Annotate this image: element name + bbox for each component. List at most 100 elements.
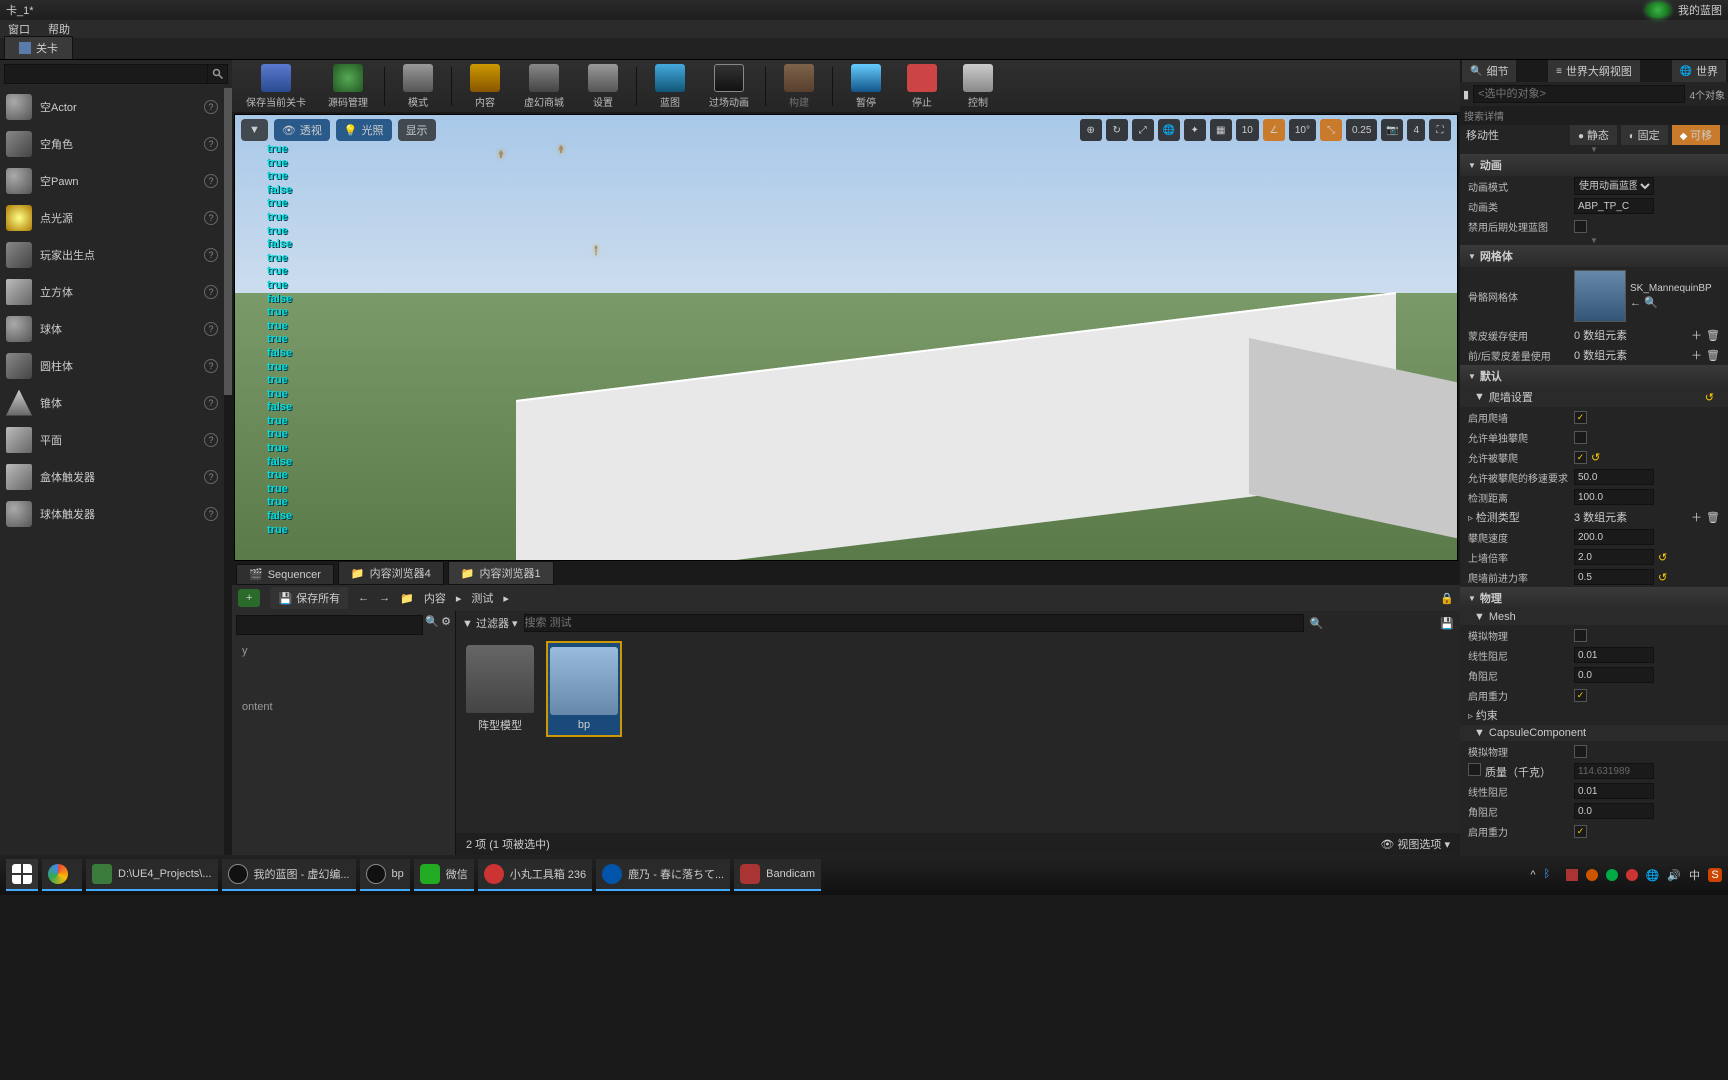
- place-item-empty-pawn[interactable]: 空Pawn?: [0, 162, 224, 199]
- blueprint-button[interactable]: 蓝图: [643, 61, 697, 112]
- wall-rate-input[interactable]: [1574, 549, 1654, 565]
- search-icon[interactable]: 🔍: [1310, 617, 1324, 630]
- place-item-plane[interactable]: 平面?: [0, 421, 224, 458]
- add-element-icon[interactable]: ＋: [1691, 509, 1702, 525]
- taskbar-chrome[interactable]: [42, 859, 82, 891]
- build-button[interactable]: 构建: [772, 61, 826, 112]
- subcategory-capsule[interactable]: ▼CapsuleComponent: [1460, 725, 1728, 741]
- asset-search-input[interactable]: [524, 614, 1304, 632]
- breadcrumb-segment[interactable]: 测试: [471, 590, 493, 606]
- coord-space-icon[interactable]: 🌐: [1158, 119, 1180, 141]
- clear-icon[interactable]: 🗑: [1706, 511, 1720, 524]
- nav-forward-icon[interactable]: →: [379, 592, 390, 604]
- search-details-input[interactable]: 搜索详情: [1460, 106, 1728, 125]
- reset-icon[interactable]: ↺: [1705, 391, 1714, 404]
- disable-pp-checkbox[interactable]: [1574, 220, 1587, 233]
- reset-icon[interactable]: ↺: [1658, 551, 1667, 564]
- add-new-button[interactable]: +: [238, 589, 260, 607]
- transform-rotate-icon[interactable]: ↻: [1106, 119, 1128, 141]
- tray-icon[interactable]: [1626, 869, 1638, 881]
- menu-window[interactable]: 窗口: [8, 21, 30, 37]
- stop-button[interactable]: 停止: [895, 61, 949, 112]
- camera-speed-value[interactable]: 4: [1407, 119, 1425, 141]
- place-item-cylinder[interactable]: 圆柱体?: [0, 347, 224, 384]
- anim-mode-select[interactable]: 使用动画蓝图: [1574, 177, 1654, 195]
- ime-icon[interactable]: 中: [1689, 867, 1700, 883]
- help-icon[interactable]: ?: [204, 507, 218, 521]
- mode-button[interactable]: 模式: [391, 61, 445, 112]
- place-item-sphere[interactable]: 球体?: [0, 310, 224, 347]
- help-icon[interactable]: ?: [204, 174, 218, 188]
- help-icon[interactable]: ?: [204, 211, 218, 225]
- tab-details[interactable]: 🔍 细节: [1462, 60, 1516, 82]
- search-icon[interactable]: [208, 64, 228, 84]
- forward-rate-input[interactable]: [1574, 569, 1654, 585]
- help-icon[interactable]: ?: [204, 248, 218, 262]
- nav-back-icon[interactable]: ←: [358, 592, 369, 604]
- help-icon[interactable]: ?: [204, 470, 218, 484]
- asset-folder[interactable]: 阵型模型: [462, 641, 538, 737]
- place-item-point-light[interactable]: 点光源?: [0, 199, 224, 236]
- save-all-button[interactable]: 💾 保存所有: [270, 587, 348, 609]
- volume-icon[interactable]: 🔊: [1667, 869, 1681, 882]
- save-button[interactable]: 保存当前关卡: [236, 61, 316, 112]
- browse-icon[interactable]: 🔍: [1644, 297, 1658, 309]
- tab-content-browser-1[interactable]: 📁内容浏览器1: [448, 561, 554, 585]
- tree-search-input[interactable]: [236, 615, 423, 635]
- clear-icon[interactable]: 🗑: [1706, 329, 1720, 342]
- taskbar-bandicam[interactable]: Bandicam: [734, 859, 821, 891]
- eject-button[interactable]: 控制: [951, 61, 1005, 112]
- subcategory-mesh[interactable]: ▼Mesh: [1460, 609, 1728, 625]
- reset-icon[interactable]: ↺: [1591, 451, 1600, 464]
- grid-snap-icon[interactable]: ▦: [1210, 119, 1232, 141]
- add-element-icon[interactable]: ＋: [1691, 327, 1702, 343]
- pause-button[interactable]: 暂停: [839, 61, 893, 112]
- capsule-linear-damping-input[interactable]: [1574, 783, 1654, 799]
- scale-snap-icon[interactable]: ⤡: [1320, 119, 1342, 141]
- subcategory-climb[interactable]: ▼爬墙设置↺: [1460, 387, 1728, 407]
- taskbar-start[interactable]: [6, 859, 38, 891]
- place-item-cube[interactable]: 立方体?: [0, 273, 224, 310]
- scrollbar[interactable]: [224, 88, 232, 855]
- save-icon[interactable]: 💾: [1440, 617, 1454, 630]
- help-icon[interactable]: ?: [204, 396, 218, 410]
- level-viewport[interactable]: ▼ 👁 透视 💡 光照 显示 ⊕ ↻ ⤢ 🌐 ✦ ▦ 10 ∠ 10° ⤡ 0: [234, 114, 1458, 561]
- search-icon[interactable]: 🔍: [425, 615, 439, 635]
- settings-button[interactable]: 设置: [576, 61, 630, 112]
- viewport-perspective[interactable]: 👁 透视: [274, 119, 330, 141]
- sogou-icon[interactable]: S: [1708, 868, 1722, 882]
- reset-icon[interactable]: ↺: [1658, 571, 1667, 584]
- place-item-box-trigger[interactable]: 盒体触发器?: [0, 458, 224, 495]
- category-animation[interactable]: ▼动画: [1460, 154, 1728, 176]
- lock-icon[interactable]: 🔒: [1440, 592, 1454, 605]
- place-item-empty-character[interactable]: 空角色?: [0, 125, 224, 162]
- viewport-lit[interactable]: 💡 光照: [336, 119, 392, 141]
- asset-blueprint[interactable]: bp: [546, 641, 622, 737]
- object-name-input[interactable]: [1473, 85, 1685, 103]
- place-search-input[interactable]: [4, 64, 208, 84]
- add-element-icon[interactable]: ＋: [1691, 347, 1702, 363]
- category-mesh[interactable]: ▼网格体: [1460, 245, 1728, 267]
- tab-sequencer[interactable]: 🎬Sequencer: [236, 564, 334, 585]
- taskbar-ue4-editor[interactable]: 我的蓝图 - 虚幻编...: [222, 859, 356, 891]
- content-button[interactable]: 内容: [458, 61, 512, 112]
- camera-speed-icon[interactable]: 📷: [1381, 119, 1403, 141]
- detect-dist-input[interactable]: [1574, 489, 1654, 505]
- network-icon[interactable]: 🌐: [1646, 869, 1660, 882]
- place-item-cone[interactable]: 锥体?: [0, 384, 224, 421]
- tree-folder[interactable]: ontent: [236, 699, 451, 715]
- taskbar-explorer[interactable]: D:\UE4_Projects\...: [86, 859, 218, 891]
- allow-solo-checkbox[interactable]: [1574, 431, 1587, 444]
- place-item-sphere-trigger[interactable]: 球体触发器?: [0, 495, 224, 532]
- bluetooth-icon[interactable]: ᛒ: [1544, 868, 1558, 882]
- speed-req-input[interactable]: [1574, 469, 1654, 485]
- viewport-show[interactable]: 显示: [398, 119, 436, 141]
- menu-help[interactable]: 帮助: [48, 21, 70, 37]
- enable-gravity-checkbox[interactable]: ✓: [1574, 689, 1587, 702]
- angle-snap-icon[interactable]: ∠: [1263, 119, 1285, 141]
- view-options-button[interactable]: 👁 视图选项 ▾: [1380, 836, 1450, 852]
- cinematics-button[interactable]: 过场动画: [699, 61, 759, 112]
- category-physics[interactable]: ▼物理: [1460, 587, 1728, 609]
- anim-class-input[interactable]: [1574, 198, 1654, 214]
- tray-icon[interactable]: [1606, 869, 1618, 881]
